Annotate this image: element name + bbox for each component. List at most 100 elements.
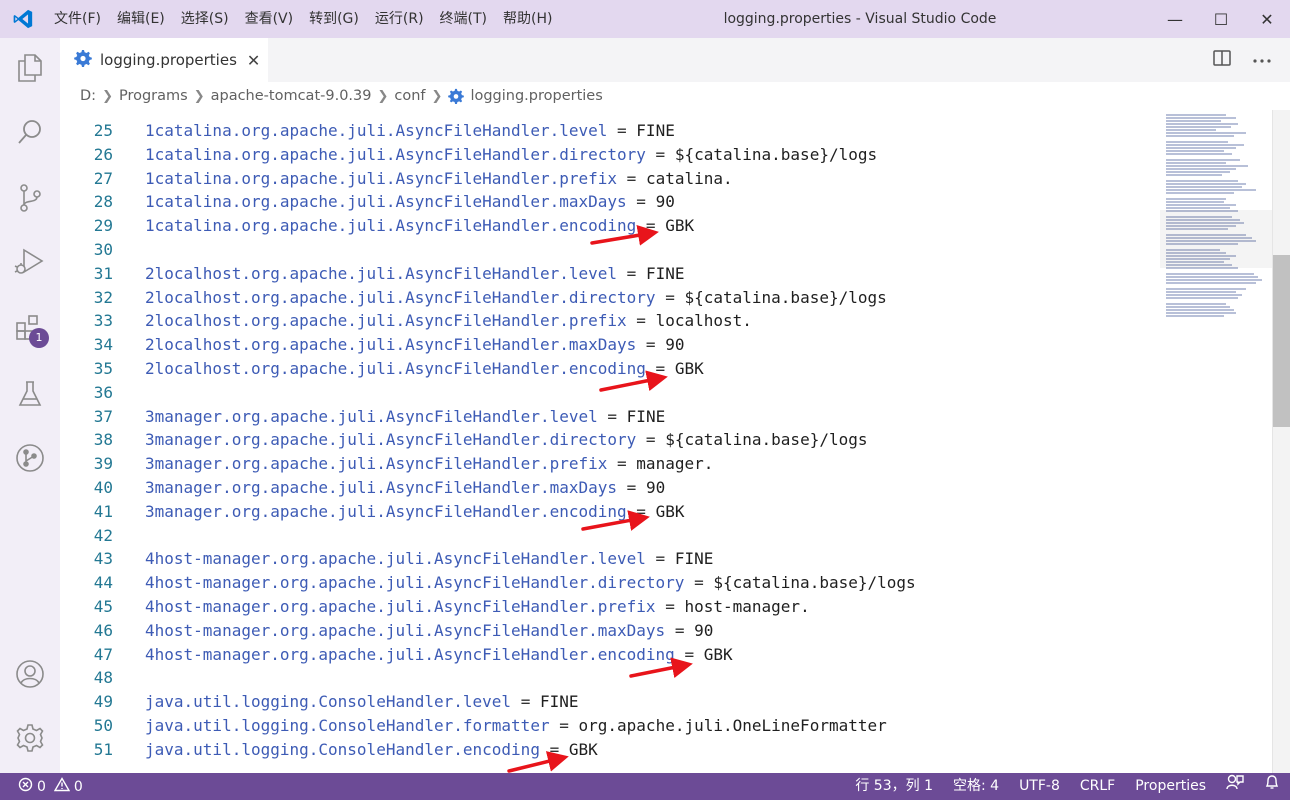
line-number: 32 [93,287,113,307]
menu-terminal[interactable]: 终端(T) [432,0,495,38]
property-key: 4host-manager.org.apache.juli.AsyncFileH… [145,597,656,616]
minimap-line [1166,141,1228,143]
assignment-operator: = [626,263,637,283]
code-line: 40 3manager.org.apache.juli.AsyncFileHand… [60,476,1160,500]
activity-bar: 1 [0,38,60,773]
property-key: 3manager.org.apache.juli.AsyncFileHandle… [145,430,637,450]
line-number: 46 [93,620,113,640]
property-key: 1catalina.org.apache.juli.AsyncFileHandl… [145,216,637,236]
file-encoding[interactable]: UTF-8 [1009,773,1070,800]
minimap-line [1166,291,1236,293]
editor-scrollbar[interactable] [1272,110,1290,773]
minimap-line [1166,297,1238,299]
more-actions-icon[interactable] [1252,53,1272,68]
menu-help[interactable]: 帮助(H) [495,0,560,38]
feedback-icon[interactable] [1216,773,1254,800]
minimize-button[interactable]: — [1152,0,1198,38]
assignment-operator: = [626,478,637,497]
assignment-operator: = [645,430,656,450]
tab-close-icon[interactable]: ✕ [247,51,260,70]
explorer-icon[interactable] [0,44,60,92]
code-text: 2localhost.org.apache.juli.AsyncFileHand… [145,286,887,310]
code-line: 37 3manager.org.apache.juli.AsyncFileHand… [60,405,1160,429]
breadcrumb-file[interactable]: logging.properties [470,88,602,104]
property-value: org.apache.juli.OneLineFormatter [578,716,887,735]
property-key: 4host-manager.org.apache.juli.AsyncFileH… [145,549,646,569]
chevron-right-icon: ❯ [102,88,113,104]
problems-indicator[interactable]: 0 0 [0,777,83,796]
menu-selection[interactable]: 选择(S) [173,0,237,38]
git-graph-icon[interactable] [0,434,60,482]
code-editor[interactable]: 25 1catalina.org.apache.juli.AsyncFileHan… [60,110,1160,773]
code-text: 4host-manager.org.apache.juli.AsyncFileH… [145,595,810,619]
line-number: 48 [93,668,113,688]
settings-gear-icon[interactable] [0,714,60,762]
property-key: java.util.logging.ConsoleHandler.level [145,692,512,712]
indentation[interactable]: 空格: 4 [943,773,1009,800]
split-editor-icon[interactable] [1212,49,1232,71]
maximize-icon: ☐ [1213,9,1229,29]
code-line: 36 [60,381,1160,405]
run-debug-icon[interactable] [0,238,60,286]
menu-go[interactable]: 转到(G) [301,0,367,38]
property-value: GBK [674,359,704,378]
warning-count: 0 [73,778,83,795]
account-icon[interactable] [0,650,60,698]
property-value: 90 [694,620,714,640]
code-text: 2localhost.org.apache.juli.AsyncFileHand… [145,357,704,381]
property-value: FINE [636,121,675,140]
property-value: FINE [645,263,685,283]
property-value: FINE [626,406,666,426]
source-control-icon[interactable] [0,174,60,222]
maximize-button[interactable]: ☐ [1198,0,1244,38]
minimap-line [1166,126,1231,128]
menu-view[interactable]: 查看(V) [237,0,302,38]
testing-icon[interactable] [0,370,60,418]
tab-logging-properties[interactable]: logging.properties ✕ [60,38,268,82]
assignment-operator: = [636,192,646,212]
assignment-operator: = [655,549,666,569]
code-line: 29 1catalina.org.apache.juli.AsyncFileHan… [60,214,1160,238]
language-mode[interactable]: Properties [1125,773,1216,800]
code-text: java.util.logging.ConsoleHandler.level =… [145,690,579,714]
code-line: 46 4host-manager.org.apache.juli.AsyncFil… [60,619,1160,643]
minimap-slider[interactable] [1160,210,1272,268]
end-of-line[interactable]: CRLF [1070,773,1125,800]
notifications-bell-icon[interactable] [1254,773,1290,800]
property-value: 90 [655,192,675,212]
code-line: 31 2localhost.org.apache.juli.AsyncFileHa… [60,262,1160,286]
assignment-operator: = [674,620,685,640]
breadcrumb-tomcat[interactable]: apache-tomcat-9.0.39 [211,88,372,104]
code-line: 33 2localhost.org.apache.juli.AsyncFileHa… [60,309,1160,333]
scrollbar-thumb[interactable] [1273,255,1290,427]
menu-file[interactable]: 文件(F) [46,0,109,38]
code-line: 34 2localhost.org.apache.juli.AsyncFileHa… [60,333,1160,357]
code-text: 2localhost.org.apache.juli.AsyncFileHand… [145,262,684,286]
code-text: 3manager.org.apache.juli.AsyncFileHandle… [145,405,665,429]
property-value: host-manager. [684,597,810,616]
menu-edit[interactable]: 编辑(E) [109,0,173,38]
minimap-line [1166,129,1216,131]
minimap-line [1166,120,1221,122]
breadcrumb: D: ❯ Programs ❯ apache-tomcat-9.0.39 ❯ c… [60,82,1290,110]
breadcrumb-programs[interactable]: Programs [119,88,188,104]
extensions-icon[interactable] [0,304,60,352]
code-line: 45 4host-manager.org.apache.juli.AsyncFil… [60,595,1160,619]
assignment-operator: = [694,573,704,593]
close-window-button[interactable]: ✕ [1244,0,1290,38]
code-text: 2localhost.org.apache.juli.AsyncFileHand… [145,333,684,357]
code-text: java.util.logging.ConsoleHandler.formatt… [145,714,887,738]
line-number: 27 [93,168,113,188]
minimap-line [1166,282,1256,284]
menu-run[interactable]: 运行(R) [367,0,432,38]
code-line: 49 java.util.logging.ConsoleHandler.level… [60,690,1160,714]
line-number: 38 [93,430,113,450]
minimap-line [1166,288,1246,290]
cursor-position[interactable]: 行 53，列 1 [845,773,943,800]
breadcrumb-conf[interactable]: conf [394,88,425,104]
property-value: manager. [636,454,714,474]
search-icon[interactable] [0,108,60,156]
breadcrumb-drive[interactable]: D: [80,88,96,104]
minimap-line [1166,306,1230,308]
